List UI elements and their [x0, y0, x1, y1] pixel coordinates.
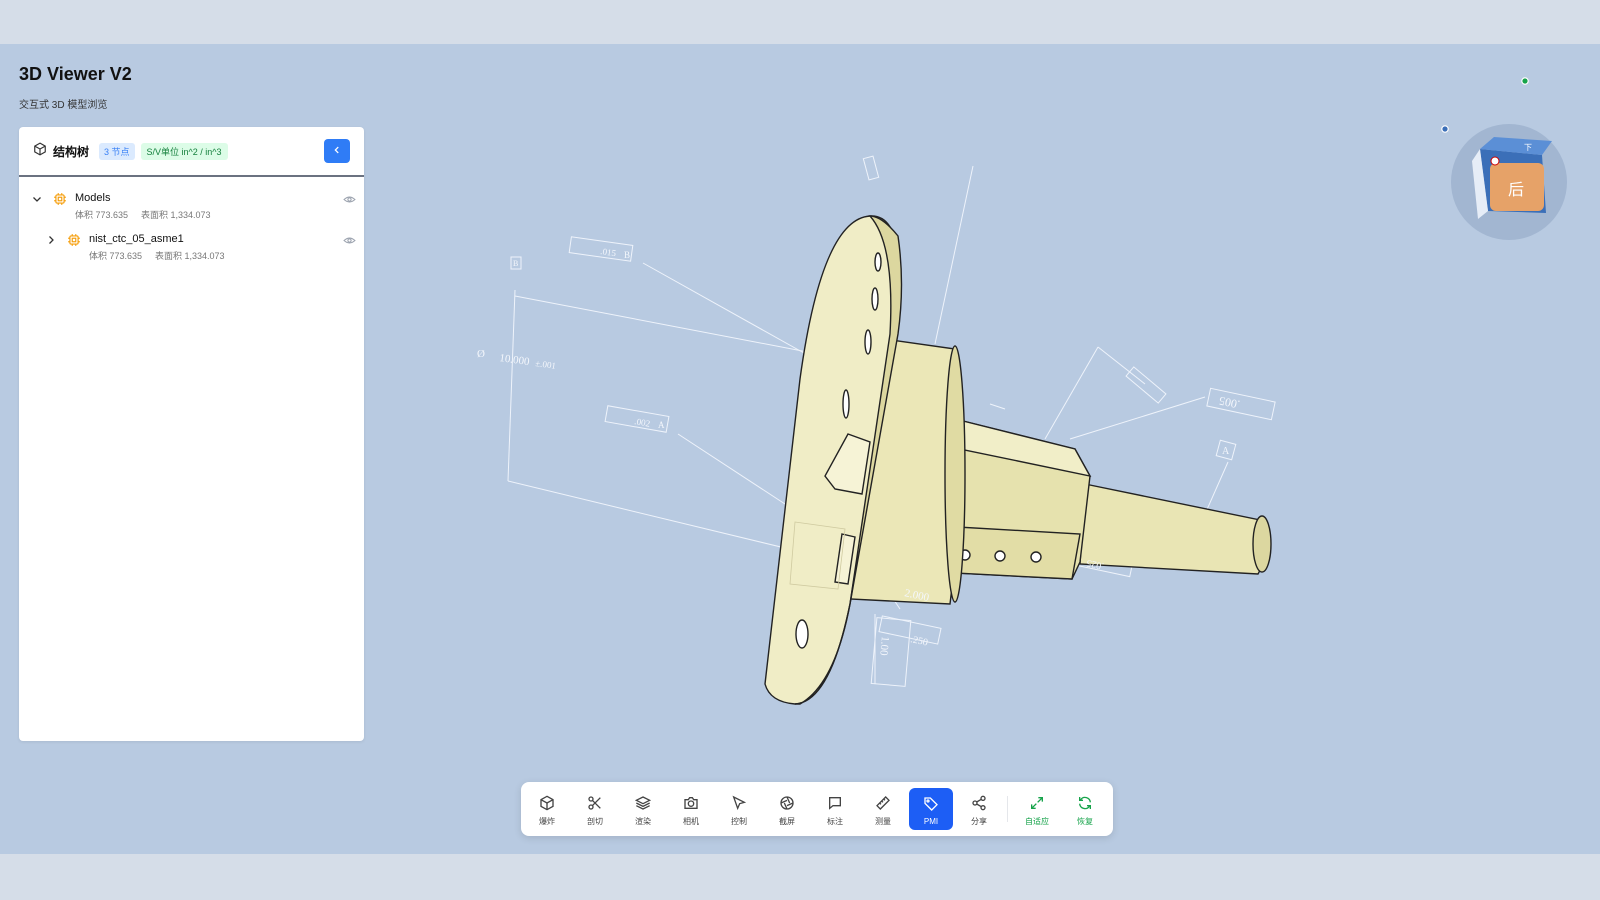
tree-item-models[interactable]: Models 体积 773.635 表面积 1,334.073 [19, 188, 364, 228]
toolbar-screenshot-button[interactable]: 截屏 [765, 788, 809, 830]
eye-icon[interactable] [343, 193, 356, 211]
toolbar-label: 爆炸 [539, 816, 555, 826]
tree-item-area: 表面积 1,334.073 [155, 251, 225, 261]
toolbar-label: 测量 [875, 816, 891, 826]
toolbar-pmi-button[interactable]: PMI [909, 788, 953, 830]
ruler-icon [875, 795, 891, 813]
scissors-icon [587, 795, 603, 813]
pmi-datum-b: B [513, 259, 518, 268]
toolbar-label: 相机 [683, 816, 699, 826]
tree-item-volume: 体积 773.635 [75, 210, 129, 220]
expand-icon [1029, 795, 1045, 813]
toolbar-label: 分享 [971, 816, 987, 826]
toolbar-annotate-button[interactable]: 标注 [813, 788, 857, 830]
layers-icon [634, 795, 652, 813]
pmi-dim-diameter: 10.000 [499, 352, 531, 368]
toolbar-label: 渲染 [635, 816, 651, 826]
toolbar-label: 标注 [827, 816, 843, 826]
model-body[interactable] [764, 215, 1272, 705]
bottom-toolbar: 爆炸 剖切 渲染 相机 控制 截屏 标注 测量 PMI 分享 自适应 恢复 [521, 782, 1113, 836]
tree-item-nist-ctc-05[interactable]: nist_ctc_05_asme1 体积 773.635 表面积 1,334.0… [19, 229, 364, 269]
camera-icon [683, 795, 699, 813]
toolbar-label: 剖切 [587, 816, 603, 826]
toolbar-label: 控制 [731, 816, 747, 826]
comment-icon [827, 795, 843, 813]
component-icon [67, 233, 81, 252]
toolbar-section-button[interactable]: 剖切 [573, 788, 617, 830]
component-icon [53, 192, 67, 211]
toolbar-label: 自适应 [1025, 816, 1049, 826]
toolbar-control-button[interactable]: 控制 [717, 788, 761, 830]
toolbar-divider [1007, 796, 1008, 822]
3d-viewport[interactable]: Ø 10.000 ±.001 .015 B .002 A B A .005 .0… [0, 44, 1600, 854]
pmi-fcf1-tol: .015 [600, 246, 617, 258]
pmi-dim-2: .250 [909, 634, 928, 648]
tree-item-area: 表面积 1,334.073 [141, 210, 211, 220]
tree-item-label: Models [75, 192, 111, 204]
pmi-dim-3: 1.00 [877, 636, 891, 657]
toolbar-reset-button[interactable]: 恢复 [1063, 788, 1107, 830]
nodes-badge: 3 节点 [99, 142, 135, 160]
chevron-down-icon[interactable] [31, 192, 43, 210]
tag-icon [923, 796, 939, 814]
toolbar-render-button[interactable]: 渲染 [621, 788, 665, 830]
toolbar-share-button[interactable]: 分享 [957, 788, 1001, 830]
toolbar-label: 截屏 [779, 816, 795, 826]
collapse-panel-button[interactable] [324, 139, 350, 163]
panel-header: 结构树 3 节点 S/V单位 in^2 / in^3 [19, 127, 364, 177]
viewcube-rotate-left-handle[interactable] [1441, 120, 1449, 138]
toolbar-measure-button[interactable]: 测量 [861, 788, 905, 830]
share-icon [971, 795, 987, 813]
chevron-left-icon [332, 142, 342, 160]
refresh-icon [1077, 795, 1093, 813]
cube-icon [539, 795, 555, 813]
cube-icon [33, 141, 47, 161]
pmi-fcf1-datum: B [624, 250, 630, 260]
view-cube[interactable]: 后 下 [1450, 123, 1568, 241]
tree-item-volume: 体积 773.635 [89, 251, 143, 261]
aperture-icon [779, 795, 795, 813]
pmi-fcf2-datum: A [658, 420, 665, 430]
toolbar-fit-button[interactable]: 自适应 [1015, 788, 1059, 830]
toolbar-camera-button[interactable]: 相机 [669, 788, 713, 830]
structure-tree-panel: 结构树 3 节点 S/V单位 in^2 / in^3 Models 体积 773… [19, 127, 364, 741]
pmi-dim-tol: ±.001 [535, 358, 557, 371]
app-title: 3D Viewer V2 [19, 64, 132, 84]
toolbar-label: PMI [923, 816, 939, 826]
pmi-datum-a: A [1222, 446, 1230, 457]
units-badge: S/V单位 in^2 / in^3 [140, 142, 228, 160]
pmi-fcf3-tol: .005 [1218, 394, 1241, 412]
pmi-dia-symbol: Ø [477, 348, 485, 360]
app-subtitle: 交互式 3D 模型浏览 [19, 100, 108, 111]
tree-item-label: nist_ctc_05_asme1 [89, 233, 184, 245]
toolbar-label: 恢复 [1077, 816, 1093, 826]
chevron-right-icon[interactable] [45, 233, 57, 251]
toolbar-explode-button[interactable]: 爆炸 [525, 788, 569, 830]
cursor-icon [731, 795, 747, 813]
viewcube-top-label: 下 [1524, 143, 1532, 152]
viewcube-rotate-up-handle[interactable] [1521, 72, 1529, 90]
viewcube-face-label: 后 [1508, 180, 1524, 199]
panel-title: 结构树 [53, 144, 90, 159]
eye-icon[interactable] [343, 234, 356, 252]
